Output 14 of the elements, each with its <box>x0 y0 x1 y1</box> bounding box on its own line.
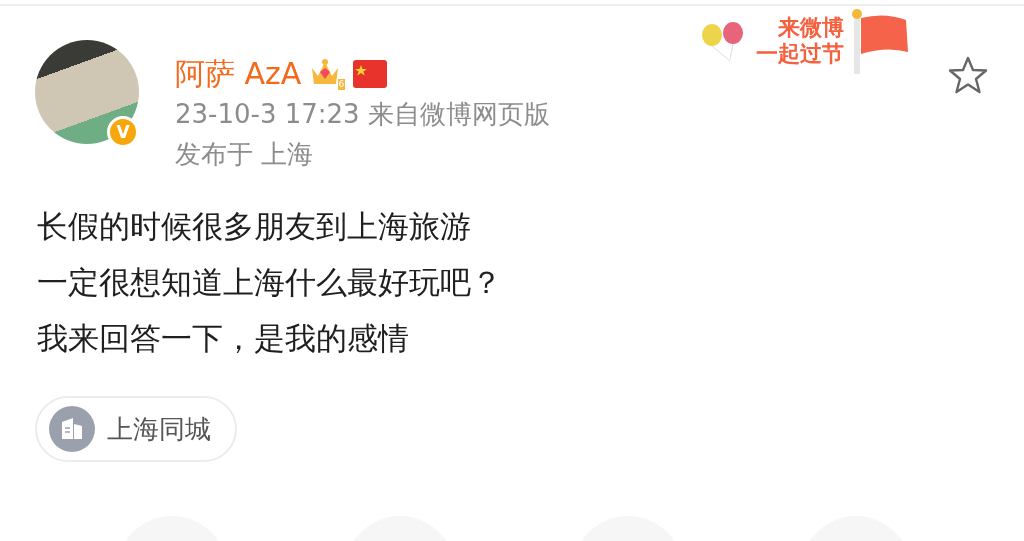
waving-flag-icon <box>850 8 910 74</box>
post-text-line: 我来回答一下，是我的感情 <box>37 319 410 358</box>
post-meta: 23-10-3 17:23 来自微博网页版 <box>175 98 550 131</box>
post-location: 发布于 上海 <box>175 138 315 171</box>
author-name[interactable]: 阿萨 AzA <box>175 54 302 94</box>
post-text-line: 一定很想知道上海什么最好玩吧？ <box>37 263 503 302</box>
verified-badge: V <box>107 116 139 148</box>
favorite-star-icon[interactable] <box>948 55 988 95</box>
post-text-line: 长假的时候很多朋友到上海旅游 <box>37 207 472 246</box>
level-number: 6 <box>337 79 346 90</box>
holiday-banner-text[interactable]: 来微博 一起过节 <box>756 15 844 67</box>
topic-chip[interactable]: 上海同城 <box>35 396 237 462</box>
building-icon <box>49 406 95 452</box>
flag-icon <box>353 60 388 88</box>
